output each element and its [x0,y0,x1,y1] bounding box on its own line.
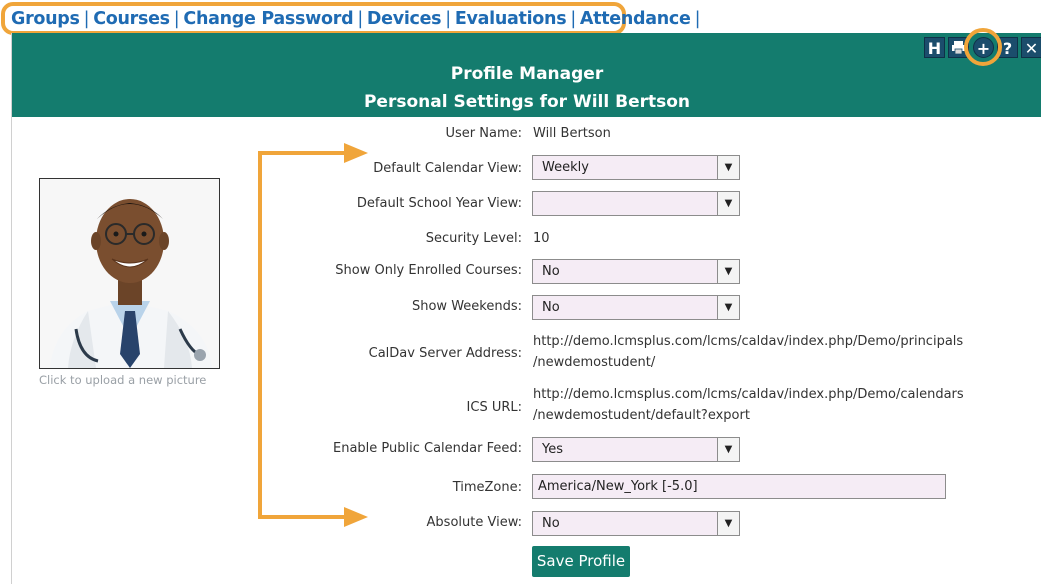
annotation-arrows [258,143,368,527]
arrow-head-icon [344,143,368,163]
bracket-arrow-icon [258,151,347,519]
arrow-head-icon [344,507,368,527]
